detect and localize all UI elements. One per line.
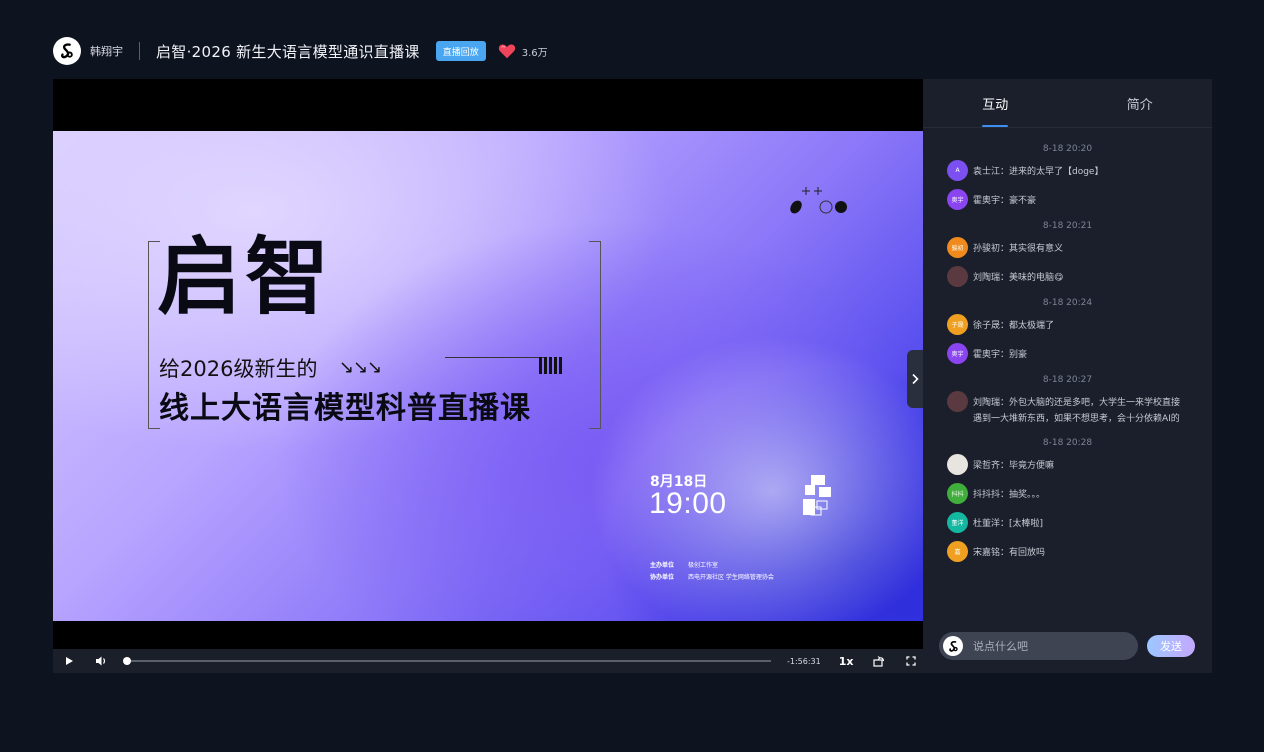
header-divider xyxy=(139,42,140,60)
chat-message: 抖抖 抖抖抖：抽奖。。。 xyxy=(923,483,1212,504)
fullscreen-icon xyxy=(906,656,917,666)
avatar[interactable] xyxy=(947,266,968,287)
collapse-panel-button[interactable] xyxy=(907,350,923,408)
app-logo-icon xyxy=(948,640,958,652)
avatar[interactable] xyxy=(947,454,968,475)
play-button[interactable] xyxy=(61,653,77,669)
chat-input[interactable] xyxy=(973,639,1123,653)
poster-bars xyxy=(539,357,562,374)
replay-badge: 直播回放 xyxy=(435,41,486,61)
video-frame[interactable]: 启智 给2026级新生的 ↘↘↘ 线上大语言模型科普直播课 8月18日 19:0… xyxy=(53,131,923,621)
chat-message-text: 宋嘉铭：有回放吗 xyxy=(973,548,1046,558)
player-controls: -1:56:31 1x xyxy=(53,649,923,673)
tab-interaction[interactable]: 互动 xyxy=(923,79,1068,127)
chat-message-text: 袁士江：进来的太早了【doge】 xyxy=(973,167,1104,177)
organizer-label: 主办单位 xyxy=(650,562,675,569)
poster-subtitle: 给2026级新生的 xyxy=(159,357,318,381)
chat-message: 刘陶瑞：美味的电脑😋 xyxy=(923,266,1212,287)
fullscreen-button[interactable] xyxy=(903,653,919,669)
chat-message-text: 杜董洋：[太棒啦] xyxy=(973,519,1044,529)
chat-message: 子晟 徐子晟：都太极端了 xyxy=(923,314,1212,335)
header: 韩翔宇 启智·2026 新生大语言模型通识直播课 直播回放 3.6万 xyxy=(53,36,548,66)
panel-tabs: 互动 简介 xyxy=(923,79,1212,128)
avatar[interactable]: 子晟 xyxy=(947,314,968,335)
author-name[interactable]: 韩翔宇 xyxy=(90,43,123,59)
chat-message-text: 刘陶瑞：美味的电脑😋 xyxy=(973,273,1064,283)
remaining-time: -1:56:31 xyxy=(787,656,821,666)
avatar[interactable]: 嘉 xyxy=(947,541,968,562)
chat-input-wrapper[interactable] xyxy=(939,632,1138,660)
co-organizer-label: 协办单位 xyxy=(650,574,675,581)
avatar[interactable]: 骏初 xyxy=(947,237,968,258)
chat-message: 嘉宋嘉铭：有回放吗 xyxy=(923,541,1212,562)
avatar[interactable] xyxy=(947,391,968,412)
side-panel: 互动 简介 8-18 20:20 A 袁士江：进来的太早了【doge】 奥宇 霍奥宇：豪… xyxy=(923,79,1212,673)
poster-arrows: ↘↘↘ xyxy=(339,357,382,378)
heart-icon[interactable] xyxy=(498,42,516,60)
app-logo[interactable] xyxy=(53,37,81,65)
chat-message-text: 孙骏初：其实很有意义 xyxy=(973,244,1064,254)
chat-timestamp: 8-18 20:28 xyxy=(1042,438,1093,448)
pixel-logo-icon xyxy=(803,475,831,516)
chat-message-text: 刘陶瑞：外包大脑的还是多吧，大学生一来学校直接遇到一大堆新东西，如果不想思考，会… xyxy=(973,398,1181,424)
progress-bar[interactable] xyxy=(123,657,771,665)
poster-headline: 线上大语言模型科普直播课 xyxy=(159,391,531,426)
chat-message: 刘陶瑞：外包大脑的还是多吧，大学生一来学校直接遇到一大堆新东西，如果不想思考，会… xyxy=(923,391,1212,427)
poster-title: 启智 xyxy=(157,228,334,326)
user-avatar xyxy=(943,636,963,656)
chat-timestamp: 8-18 20:20 xyxy=(1042,144,1093,154)
chat-message: 骏初 孙骏初：其实很有意义 xyxy=(923,237,1212,258)
volume-icon xyxy=(96,656,106,666)
chat-message: 梁哲齐：毕竟方便嘛 xyxy=(923,454,1212,475)
play-icon xyxy=(66,657,73,665)
rotate-icon xyxy=(873,656,885,667)
frame-bracket-right xyxy=(589,241,601,429)
organizer-info: 主办单位 极创工作室 协办单位 西电开源社区 学生网络管理协会 xyxy=(650,560,774,584)
chat-list[interactable]: 8-18 20:20 A 袁士江：进来的太早了【doge】 奥宇 霍奥宇：豪不豪 8-18… xyxy=(923,128,1212,619)
progress-knob[interactable] xyxy=(123,657,131,665)
chat-message: A 袁士江：进来的太早了【doge】 xyxy=(923,160,1212,181)
page-title: 启智·2026 新生大语言模型通识直播课 xyxy=(156,42,420,61)
avatar[interactable]: 奥宇 xyxy=(947,189,968,210)
avatar[interactable]: 抖抖 xyxy=(947,483,968,504)
video-player[interactable]: 启智 给2026级新生的 ↘↘↘ 线上大语言模型科普直播课 8月18日 19:0… xyxy=(53,79,923,673)
chat-message-text: 霍奥宇：别豪 xyxy=(973,350,1028,360)
avatar[interactable]: 董洋 xyxy=(947,512,968,533)
chat-message: 董洋 杜董洋：[太棒啦] xyxy=(923,512,1212,533)
rotate-button[interactable] xyxy=(871,653,887,669)
app-logo-icon xyxy=(61,43,73,59)
chat-timestamp: 8-18 20:24 xyxy=(1042,298,1093,308)
chevron-right-icon xyxy=(912,373,919,385)
poster-time: 19:00 xyxy=(649,487,727,520)
playback-speed-button[interactable]: 1x xyxy=(839,655,854,668)
chat-timestamp: 8-18 20:27 xyxy=(1042,375,1093,385)
chat-input-bar: 发送 xyxy=(923,619,1212,673)
chat-message-text: 徐子晟：都太极端了 xyxy=(973,321,1055,331)
avatar[interactable]: A xyxy=(947,160,968,181)
chat-message: 奥宇 霍奥宇：别豪 xyxy=(923,343,1212,364)
tab-intro[interactable]: 简介 xyxy=(1068,79,1213,127)
chat-timestamp: 8-18 20:21 xyxy=(1042,221,1093,231)
co-organizer-name: 西电开源社区 学生网络管理协会 xyxy=(688,574,774,581)
poster-dash-line xyxy=(445,357,545,358)
likes-count: 3.6万 xyxy=(521,47,548,59)
avatar[interactable]: 奥宇 xyxy=(947,343,968,364)
organizer-name: 极创工作室 xyxy=(688,562,719,569)
decorative-shapes-icon xyxy=(790,187,847,214)
chat-message: 奥宇 霍奥宇：豪不豪 xyxy=(923,189,1212,210)
chat-message-text: 霍奥宇：豪不豪 xyxy=(973,196,1037,206)
chat-message-text: 抖抖抖：抽奖。。。 xyxy=(973,490,1046,500)
chat-message-text: 梁哲齐：毕竟方便嘛 xyxy=(973,461,1055,471)
send-button[interactable]: 发送 xyxy=(1147,635,1195,657)
volume-button[interactable] xyxy=(93,653,109,669)
